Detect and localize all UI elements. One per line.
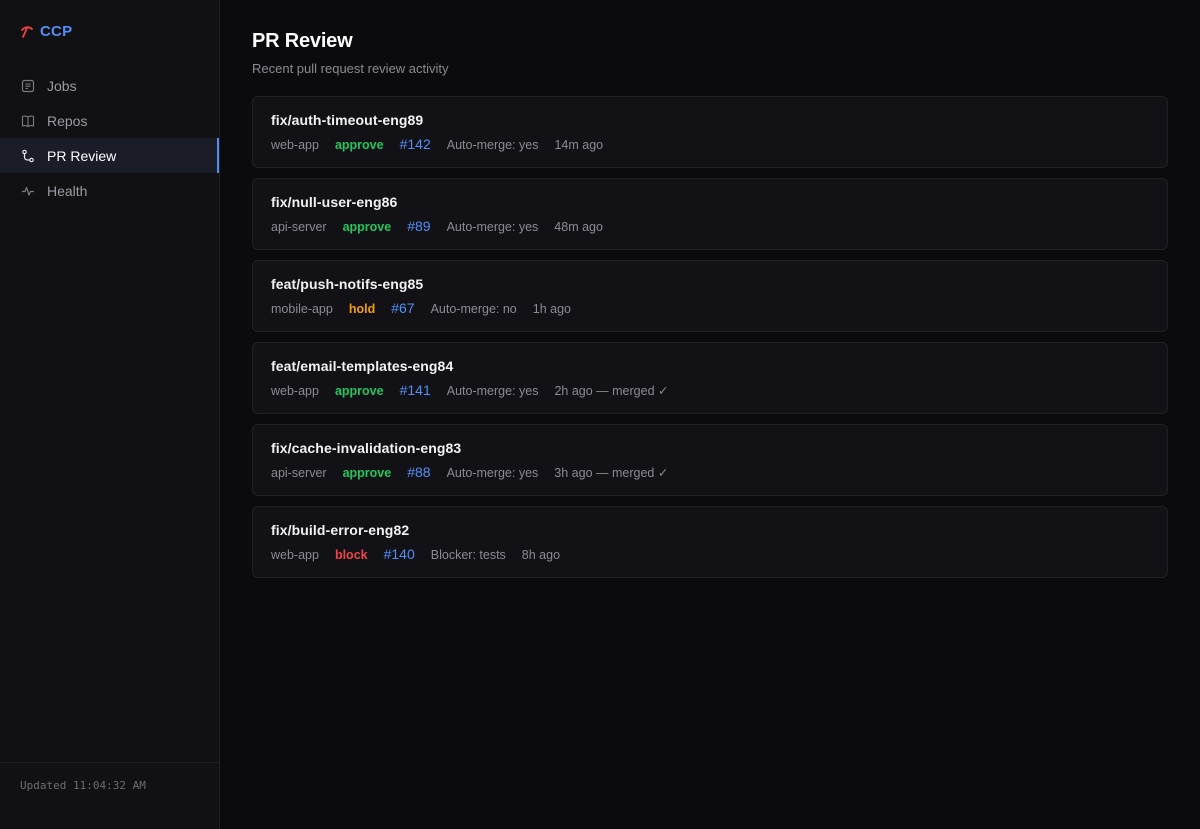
sidebar-item-pr-review[interactable]: PR Review [0, 138, 219, 173]
pr-detail: Auto-merge: yes [446, 138, 539, 152]
last-updated: Updated 11:04:32 AM [0, 762, 219, 829]
pr-verdict: approve [342, 220, 392, 234]
pr-branch: fix/build-error-eng82 [271, 522, 410, 538]
app-shell: CCP Jobs Repos PR Review Health Updated … [0, 0, 1200, 829]
pr-meta: web-app block #140 Blocker: tests 8h ago [271, 546, 1149, 562]
sidebar-item-label: Jobs [47, 77, 77, 94]
pr-detail: Blocker: tests [430, 548, 506, 562]
pr-time: 14m ago [554, 138, 604, 152]
pr-time: 1h ago [532, 302, 571, 316]
pr-branch: fix/null-user-eng86 [271, 194, 398, 210]
pr-number-link[interactable]: #140 [384, 546, 415, 562]
main-content: PR Review Recent pull request review act… [220, 0, 1200, 829]
pr-meta: mobile-app hold #67 Auto-merge: no 1h ag… [271, 300, 1149, 316]
pr-time: 2h ago — merged ✓ [554, 384, 669, 398]
pr-number-link[interactable]: #141 [400, 382, 431, 398]
pr-meta: web-app approve #141 Auto-merge: yes 2h … [271, 382, 1149, 398]
pr-branch: feat/push-notifs-eng85 [271, 276, 424, 292]
pr-number-link[interactable]: #67 [391, 300, 414, 316]
pr-meta: api-server approve #89 Auto-merge: yes 4… [271, 218, 1149, 234]
pr-branch: fix/cache-invalidation-eng83 [271, 440, 462, 456]
pr-number-link[interactable]: #89 [407, 218, 430, 234]
pr-verdict: approve [334, 138, 384, 152]
pr-time: 8h ago [521, 548, 561, 562]
pr-card[interactable]: fix/build-error-eng82 web-app block #140… [252, 506, 1168, 578]
pr-meta: api-server approve #88 Auto-merge: yes 3… [271, 464, 1149, 480]
pr-card[interactable]: fix/cache-invalidation-eng83 api-server … [252, 424, 1168, 496]
book-icon [21, 114, 35, 128]
pr-card[interactable]: feat/push-notifs-eng85 mobile-app hold #… [252, 260, 1168, 332]
pr-repo: mobile-app [271, 302, 333, 316]
pr-card[interactable]: feat/email-templates-eng84 web-app appro… [252, 342, 1168, 414]
sidebar-item-label: PR Review [47, 147, 117, 164]
pr-verdict: approve [342, 466, 392, 480]
pr-number-link[interactable]: #88 [407, 464, 430, 480]
page-subtitle: Recent pull request review activity [252, 61, 449, 76]
sidebar-item-jobs[interactable]: Jobs [0, 68, 219, 103]
pr-time: 48m ago [554, 220, 603, 234]
sidebar-item-label: Health [47, 182, 88, 199]
pr-meta: web-app approve #142 Auto-merge: yes 14m… [271, 136, 1149, 152]
pr-detail: Auto-merge: yes [446, 466, 539, 480]
pickaxe-icon [20, 25, 34, 39]
pr-time: 3h ago — merged ✓ [554, 466, 669, 480]
pr-repo: api-server [271, 220, 327, 234]
sidebar-item-label: Repos [47, 112, 88, 129]
brand-name: CCP [40, 23, 73, 40]
pr-verdict: hold [348, 302, 376, 316]
pr-detail: Auto-merge: yes [446, 220, 539, 234]
pulse-icon [21, 184, 35, 198]
pr-list: fix/auth-timeout-eng89 web-app approve #… [252, 96, 1168, 578]
sidebar: CCP Jobs Repos PR Review Health Updated … [0, 0, 220, 829]
sidebar-item-health[interactable]: Health [0, 173, 219, 208]
pr-repo: web-app [271, 138, 319, 152]
pr-branch: fix/auth-timeout-eng89 [271, 112, 424, 128]
pr-verdict: block [334, 548, 368, 562]
pr-repo: web-app [271, 384, 319, 398]
pr-card[interactable]: fix/auth-timeout-eng89 web-app approve #… [252, 96, 1168, 168]
sidebar-nav: Jobs Repos PR Review Health [0, 68, 219, 208]
page-title: PR Review [252, 30, 353, 52]
pr-detail: Auto-merge: yes [446, 384, 539, 398]
pr-repo: web-app [271, 548, 319, 562]
pr-card[interactable]: fix/null-user-eng86 api-server approve #… [252, 178, 1168, 250]
brand[interactable]: CCP [20, 23, 72, 40]
git-pull-request-icon [21, 149, 35, 163]
pr-verdict: approve [334, 384, 384, 398]
pr-repo: api-server [271, 466, 327, 480]
pr-number-link[interactable]: #142 [400, 136, 431, 152]
document-icon [21, 79, 35, 93]
pr-branch: feat/email-templates-eng84 [271, 358, 454, 374]
sidebar-item-repos[interactable]: Repos [0, 103, 219, 138]
pr-detail: Auto-merge: no [430, 302, 517, 316]
